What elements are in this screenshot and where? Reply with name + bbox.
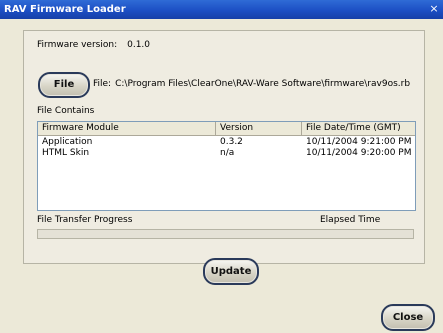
window-title: RAV Firmware Loader — [4, 4, 126, 15]
module-name: Application — [42, 137, 93, 147]
file-contains-label: File Contains — [37, 106, 95, 116]
transfer-progress-bar — [37, 229, 414, 239]
elapsed-time-label: Elapsed Time — [320, 215, 381, 225]
transfer-progress-label: File Transfer Progress — [37, 215, 133, 225]
file-path-label: File: — [93, 79, 112, 89]
firmware-version-label: Firmware version: — [37, 40, 118, 50]
firmware-module-list[interactable]: Firmware Module Version File Date/Time (… — [37, 121, 416, 211]
module-version: 0.3.2 — [220, 137, 243, 147]
close-button[interactable]: Close — [381, 304, 435, 331]
list-header: Firmware Module Version File Date/Time (… — [38, 122, 415, 136]
module-date: 10/11/2004 9:21:00 PM — [306, 137, 412, 147]
firmware-version-value: 0.1.0 — [127, 40, 151, 50]
module-name: HTML Skin — [42, 148, 90, 158]
module-version: n/a — [220, 148, 235, 158]
list-row[interactable]: HTML Skin n/a 10/11/2004 9:20:00 PM — [38, 148, 415, 159]
file-path: File: C:\Program Files\ClearOne\RAV-Ware … — [93, 79, 410, 89]
list-row[interactable]: Application 0.3.2 10/11/2004 9:21:00 PM — [38, 137, 415, 148]
column-header-module[interactable]: Firmware Module — [38, 122, 216, 135]
update-button[interactable]: Update — [203, 258, 259, 285]
firmware-version: Firmware version: 0.1.0 — [37, 40, 150, 50]
column-header-version[interactable]: Version — [216, 122, 302, 135]
file-button[interactable]: File — [38, 72, 90, 98]
column-header-date[interactable]: File Date/Time (GMT) — [302, 122, 415, 135]
module-date: 10/11/2004 9:20:00 PM — [306, 148, 412, 158]
close-icon[interactable]: × — [427, 2, 441, 16]
file-path-value: C:\Program Files\ClearOne\RAV-Ware Softw… — [115, 79, 411, 89]
title-bar: RAV Firmware Loader × — [0, 0, 443, 19]
